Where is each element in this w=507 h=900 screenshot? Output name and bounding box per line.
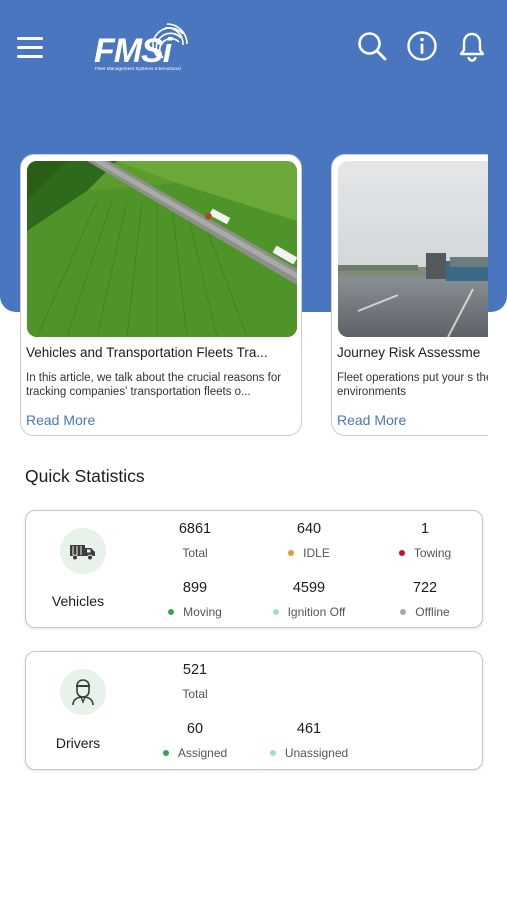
vehicles-idle-stat[interactable]: 640 IDLE (254, 521, 364, 560)
stat-value: 1 (420, 521, 430, 537)
quick-statistics-title: Quick Statistics (25, 466, 145, 486)
status-dot-towing (398, 550, 405, 556)
stat-value: 60 (186, 721, 204, 737)
drivers-label: Drivers (55, 735, 101, 751)
read-more-link[interactable]: Read More (26, 412, 95, 428)
drivers-total-stat[interactable]: 521 Total (140, 662, 250, 701)
stat-label: Offline (415, 605, 450, 619)
stat-label: Unassigned (284, 746, 349, 760)
stat-value: 521 (182, 662, 208, 678)
stat-value: 6861 (178, 521, 212, 537)
status-dot-offline (400, 609, 407, 615)
status-dot-idle (288, 550, 295, 556)
stat-value: 4599 (292, 580, 326, 596)
vehicles-moving-stat[interactable]: 899 Moving (140, 580, 250, 619)
status-dot-ignition-off (272, 609, 279, 615)
article-title: Vehicles and Transportation Fleets Tra..… (26, 345, 268, 360)
search-icon[interactable] (356, 30, 388, 62)
vehicles-towing-stat[interactable]: 1 Towing (370, 521, 480, 560)
top-bar: FMSi Fleet Management Systems Internatio… (0, 0, 507, 96)
articles-carousel[interactable]: Vehicles and Transportation Fleets Tra..… (0, 152, 488, 438)
stat-label: Moving (183, 605, 222, 619)
status-dot-assigned (162, 750, 169, 756)
stat-value: 461 (296, 721, 322, 737)
stat-label: IDLE (303, 546, 330, 560)
stat-value: 899 (182, 580, 208, 596)
stat-label: Ignition Off (287, 605, 346, 619)
article-excerpt: Fleet operations put your s the dynamic … (337, 372, 488, 398)
vehicles-label: Vehicles (51, 593, 105, 609)
hamburger-menu-icon[interactable] (17, 37, 43, 59)
stat-label: Assigned (177, 746, 228, 760)
article-card[interactable]: Vehicles and Transportation Fleets Tra..… (20, 154, 302, 436)
vehicles-offline-stat[interactable]: 722 Offline (370, 580, 480, 619)
logo-subtitle: Fleet Management Systems International (95, 66, 181, 71)
article-excerpt: In this article, we talk about the cruci… (26, 372, 282, 398)
stat-value: 640 (296, 521, 322, 537)
stat-label: Total (182, 687, 208, 701)
bell-icon[interactable] (456, 30, 488, 62)
article-image-rainy-road (338, 161, 488, 337)
status-dot-moving (168, 609, 175, 615)
vehicles-ignition-off-stat[interactable]: 4599 Ignition Off (254, 580, 364, 619)
driver-icon (60, 669, 106, 715)
info-icon[interactable] (406, 30, 438, 62)
fmsi-logo: FMSi Fleet Management Systems Internatio… (92, 22, 192, 74)
article-title: Journey Risk Assessme (337, 345, 481, 360)
truck-icon (60, 528, 106, 574)
vehicles-total-stat[interactable]: 6861 Total (140, 521, 250, 560)
read-more-link[interactable]: Read More (337, 412, 406, 428)
drivers-stats-card[interactable]: Drivers 521 Total 60 Assigned 461 Unassi… (25, 651, 483, 770)
article-image-highway-fields (27, 161, 297, 337)
article-card[interactable]: Journey Risk Assessme Fleet operations p… (331, 154, 488, 436)
stat-label: Towing (413, 546, 452, 560)
drivers-unassigned-stat[interactable]: 461 Unassigned (254, 721, 364, 760)
vehicles-stats-card[interactable]: Vehicles 6861 Total 640 IDLE 1 Towing 89… (25, 510, 483, 628)
drivers-assigned-stat[interactable]: 60 Assigned (140, 721, 250, 760)
stat-label: Total (182, 546, 208, 560)
status-dot-unassigned (269, 750, 276, 756)
stat-value: 722 (412, 580, 438, 596)
